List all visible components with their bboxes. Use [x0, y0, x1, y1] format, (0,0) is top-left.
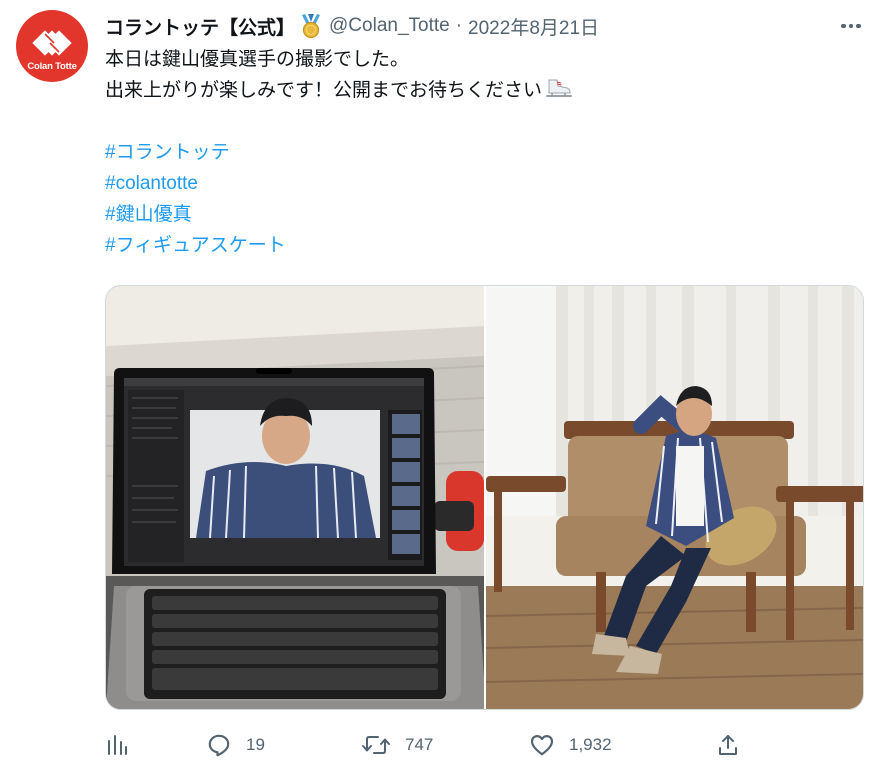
photo-laptop-editing[interactable]	[106, 286, 484, 709]
person-on-sofa-photo-icon	[485, 286, 863, 709]
avatar[interactable]: Colan Totte	[16, 10, 88, 82]
avatar-brand-text: Colan Totte	[27, 61, 77, 72]
tweet-header: コラントッテ【公式】 @Colan_Totte · 2022年8月21日	[105, 12, 599, 40]
share-icon	[719, 735, 737, 755]
tweet-actions: 19 747 1,932	[105, 728, 745, 762]
separator-dot: ·	[455, 15, 463, 36]
hashtag-link[interactable]: #コラントッテ	[105, 142, 230, 163]
tweet-date[interactable]: 2022年8月21日	[468, 13, 599, 40]
tweet-media	[105, 285, 864, 710]
reply-button[interactable]: 19	[206, 728, 265, 762]
user-handle[interactable]: @Colan_Totte	[329, 15, 450, 37]
skate-icon	[545, 77, 573, 109]
hashtag-link[interactable]: #colantotte	[105, 173, 198, 194]
like-count: 1,932	[569, 735, 612, 754]
analytics-icon	[108, 735, 127, 755]
retweet-count: 747	[405, 735, 434, 754]
analytics-button[interactable]	[105, 728, 129, 762]
more-icon[interactable]	[836, 14, 866, 38]
reply-icon	[208, 734, 230, 757]
gold-medal-icon	[299, 13, 323, 39]
like-icon	[530, 735, 554, 756]
laptop-photo-icon	[106, 286, 484, 709]
tweet-text-line: 本日は鍵山優真選手の撮影でした。	[105, 49, 410, 70]
display-name[interactable]: コラントッテ【公式】	[105, 13, 295, 40]
share-button[interactable]	[716, 728, 740, 762]
tweet-text: 本日は鍵山優真選手の撮影でした。 出来上がりが楽しみです！公開までお待ちください…	[105, 44, 845, 261]
hashtag-link[interactable]: #鍵山優真	[105, 204, 192, 225]
hashtag-link[interactable]: #フィギュアスケート	[105, 235, 286, 256]
retweet-icon	[362, 736, 390, 754]
reply-count: 19	[246, 735, 265, 754]
tweet-text-line: 出来上がりが楽しみです！公開までお待ちください	[105, 75, 845, 106]
retweet-button[interactable]: 747	[361, 728, 433, 762]
like-button[interactable]: 1,932	[529, 728, 612, 762]
photo-athlete-on-sofa[interactable]	[485, 286, 863, 709]
